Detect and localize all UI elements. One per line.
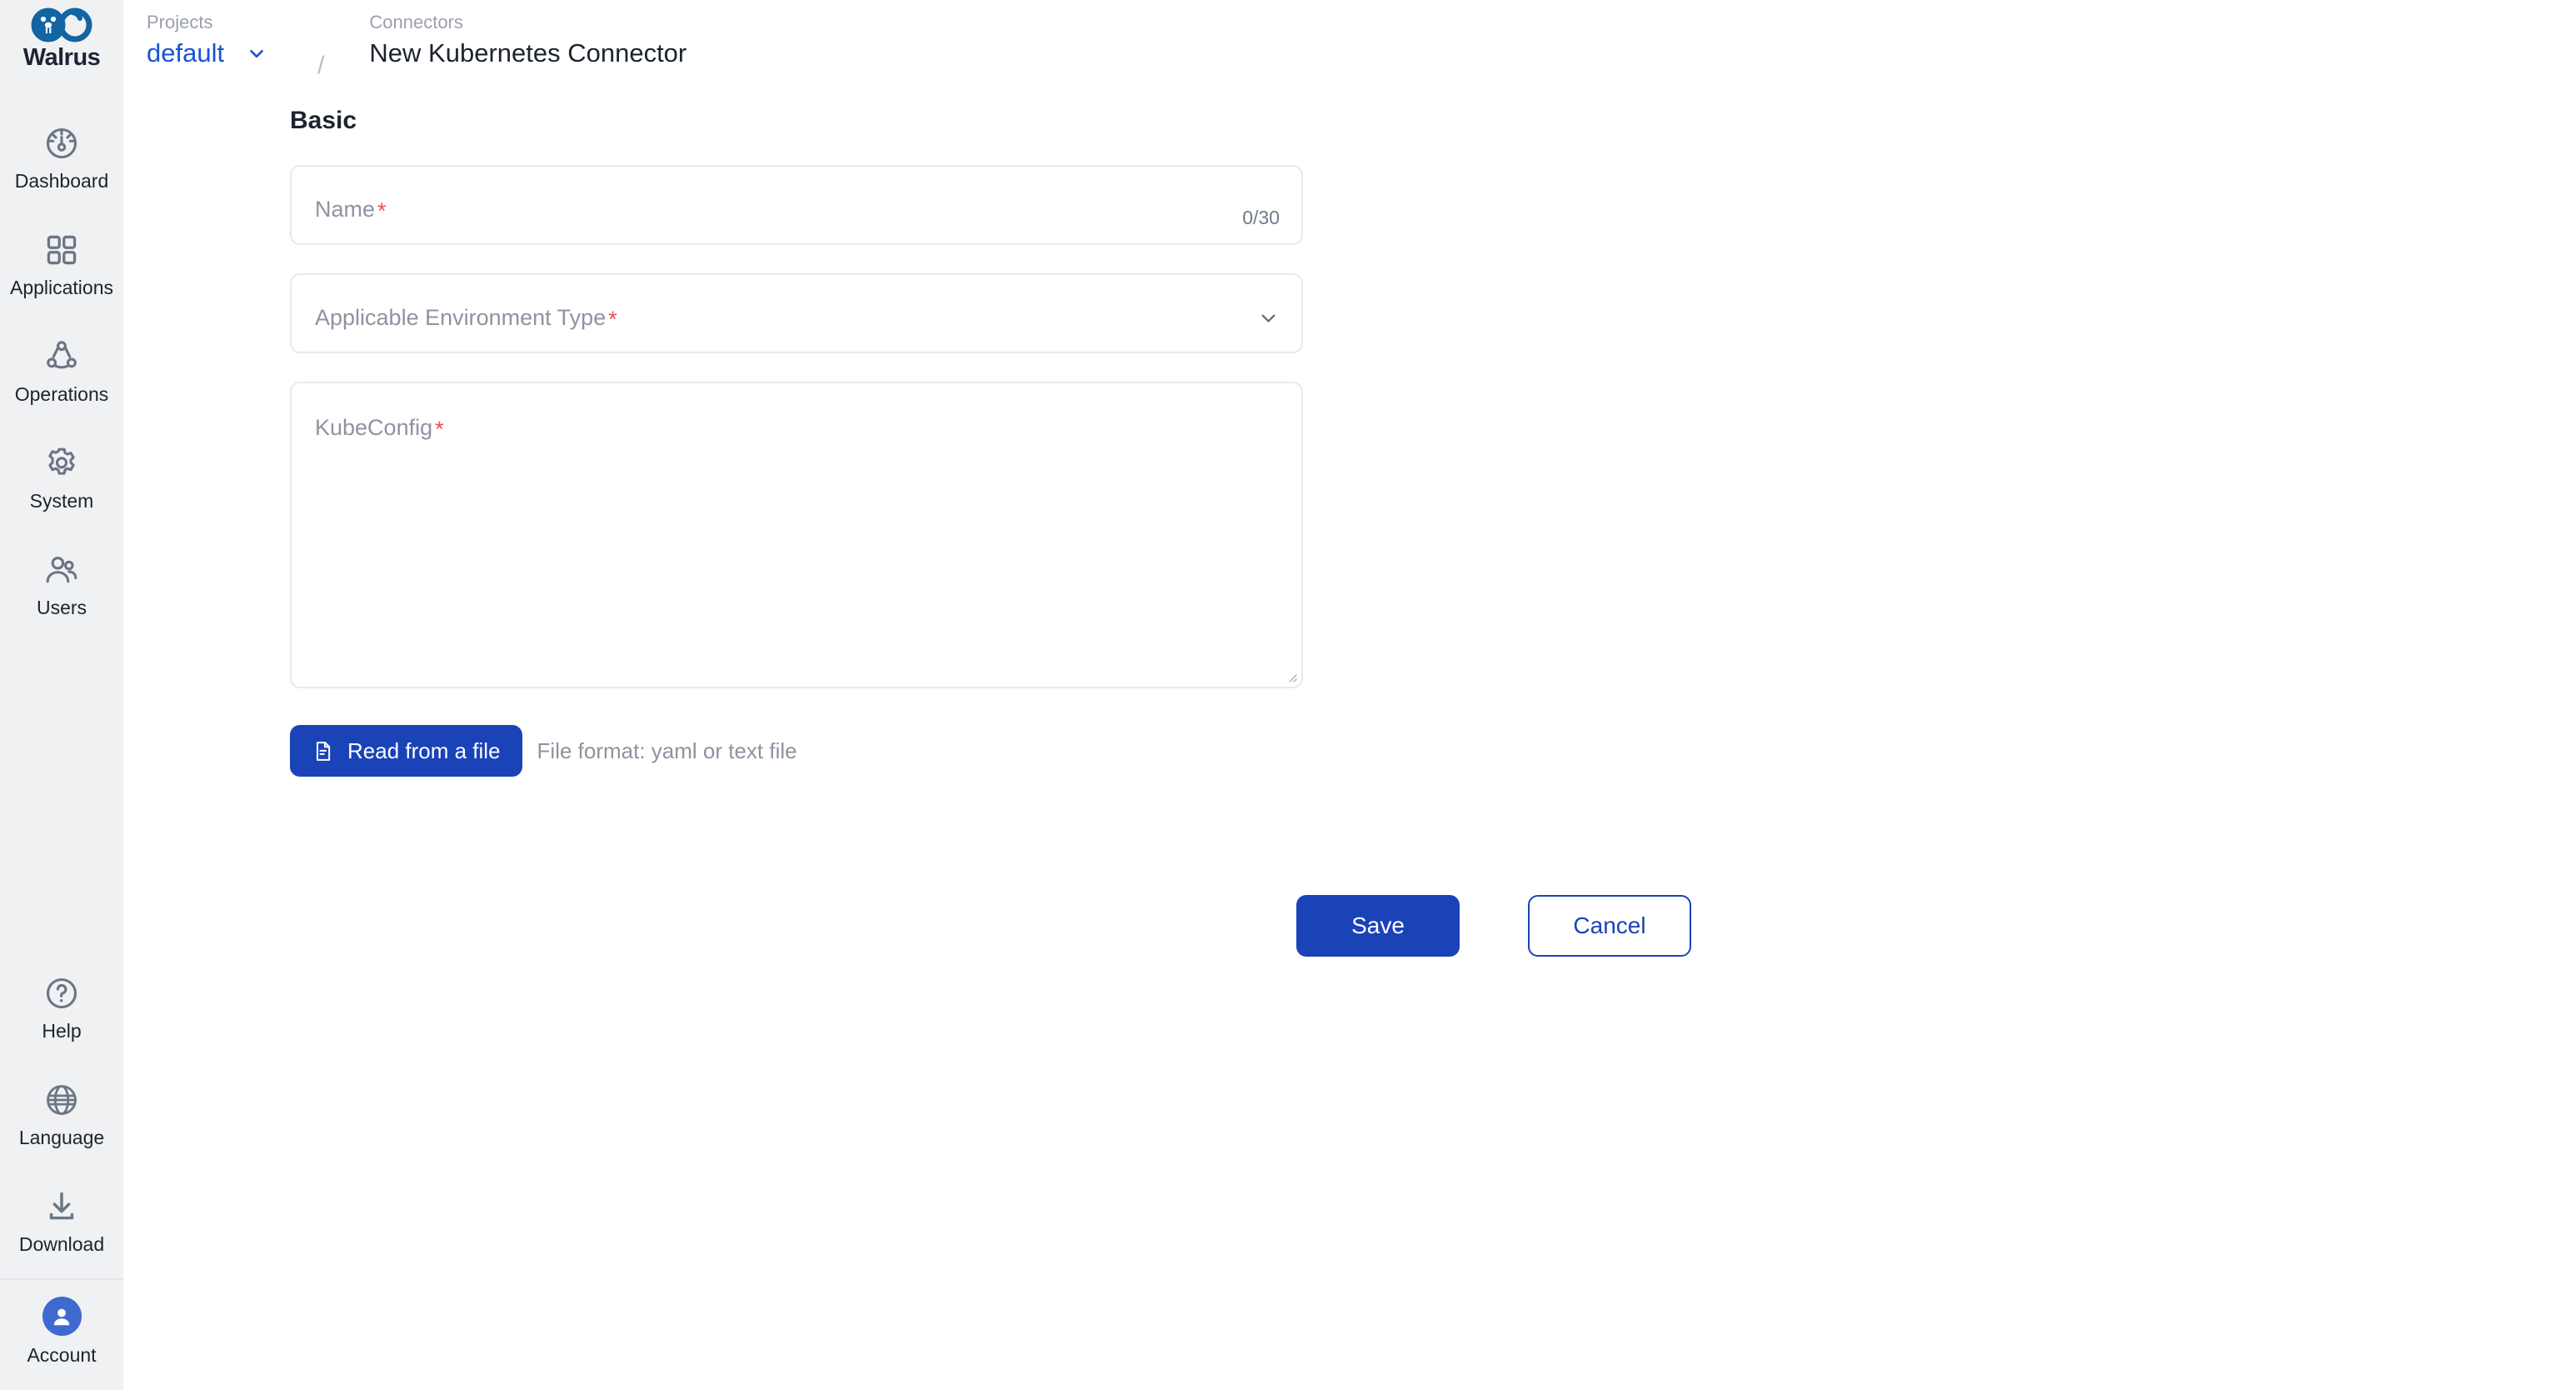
user-avatar-icon <box>42 1297 82 1336</box>
sidebar-item-label: Users <box>36 597 87 618</box>
sidebar-item-operations[interactable]: Operations <box>0 320 123 427</box>
brand-name: Walrus <box>22 44 101 71</box>
cancel-button[interactable]: Cancel <box>1528 895 1691 957</box>
required-asterisk: * <box>377 198 387 223</box>
name-field-label-text: Name <box>315 197 376 222</box>
connector-form: Name * 0/30 Applicable Environment Type * <box>290 165 1303 688</box>
sidebar-item-label: Dashboard <box>14 170 109 192</box>
breadcrumb-projects: Projects default <box>147 12 267 68</box>
breadcrumb-current-page: New Kubernetes Connector <box>369 38 687 68</box>
question-circle-icon <box>43 975 80 1012</box>
chevron-down-icon[interactable] <box>1257 307 1280 329</box>
sidebar-item-label: System <box>29 490 94 512</box>
breadcrumb-connectors: Connectors New Kubernetes Connector <box>369 12 686 68</box>
sidebar-item-help[interactable]: Help <box>0 957 123 1063</box>
file-format-hint: File format: yaml or text file <box>537 738 797 763</box>
required-asterisk: * <box>608 307 617 332</box>
breadcrumb-projects-caption: Projects <box>147 12 213 32</box>
users-icon <box>43 552 80 588</box>
textarea-resize-handle[interactable] <box>1283 668 1298 683</box>
form-actions: Save Cancel <box>1296 895 2576 957</box>
sidebar-item-label: Language <box>18 1127 105 1148</box>
name-field-label: Name * <box>315 198 387 222</box>
breadcrumb-connectors-caption: Connectors <box>369 12 463 32</box>
file-document-icon <box>312 740 334 762</box>
gear-icon <box>43 445 80 482</box>
sidebar-nav-primary: Dashboard Applications Operations System… <box>0 107 123 640</box>
globe-icon <box>43 1082 80 1118</box>
dashboard-gauge-icon <box>43 125 80 162</box>
sidebar-item-label: Operations <box>14 383 109 405</box>
sidebar-item-label: Account <box>27 1344 97 1366</box>
kubeconfig-label-text: KubeConfig <box>315 415 433 440</box>
app-root: Walrus Dashboard Applications Operations… <box>0 0 2576 1390</box>
save-button[interactable]: Save <box>1296 895 1460 957</box>
kubeconfig-textarea[interactable]: KubeConfig * <box>290 382 1303 688</box>
breadcrumb-project-value[interactable]: default <box>147 39 224 68</box>
sidebar-item-download[interactable]: Download <box>0 1170 123 1277</box>
grid-squares-icon <box>43 232 80 268</box>
sidebar-nav-secondary: Help Language Download <box>0 957 123 1277</box>
sidebar-item-label: Help <box>42 1020 82 1042</box>
sidebar-item-label: Applications <box>9 277 114 298</box>
download-icon <box>43 1188 80 1225</box>
chevron-down-icon[interactable] <box>246 42 267 64</box>
required-asterisk: * <box>435 417 444 442</box>
environment-type-label-text: Applicable Environment Type <box>315 305 607 330</box>
sidebar-item-users[interactable]: Users <box>0 533 123 640</box>
sidebar-item-account[interactable]: Account <box>0 1280 123 1390</box>
read-from-file-label: Read from a file <box>347 738 501 763</box>
brand-logo[interactable]: Walrus <box>0 0 123 83</box>
kubeconfig-label: KubeConfig * <box>315 417 444 441</box>
environment-type-select[interactable]: Applicable Environment Type * <box>290 273 1303 353</box>
sidebar-item-system[interactable]: System <box>0 427 123 533</box>
name-char-counter: 0/30 <box>1242 207 1280 228</box>
environment-type-label: Applicable Environment Type * <box>315 307 617 331</box>
breadcrumb-separator: / <box>317 52 325 79</box>
main-content: Projects default / Connectors New Kubern… <box>123 0 2576 1390</box>
sidebar-item-language[interactable]: Language <box>0 1063 123 1170</box>
read-from-file-button[interactable]: Read from a file <box>290 725 522 777</box>
sidebar-item-label: Download <box>18 1233 105 1255</box>
page-title: Basic <box>290 107 357 134</box>
name-field[interactable]: Name * 0/30 <box>290 165 1303 245</box>
sidebar-item-dashboard[interactable]: Dashboard <box>0 107 123 213</box>
walrus-infinity-logo-icon <box>31 5 92 45</box>
file-import-row: Read from a file File format: yaml or te… <box>290 725 2576 777</box>
breadcrumb-project-selector[interactable]: default <box>147 39 267 68</box>
breadcrumb: Projects default / Connectors New Kubern… <box>123 0 2576 83</box>
operations-nodes-icon <box>43 338 80 375</box>
sidebar-item-applications[interactable]: Applications <box>0 213 123 320</box>
sidebar: Walrus Dashboard Applications Operations… <box>0 0 123 1390</box>
